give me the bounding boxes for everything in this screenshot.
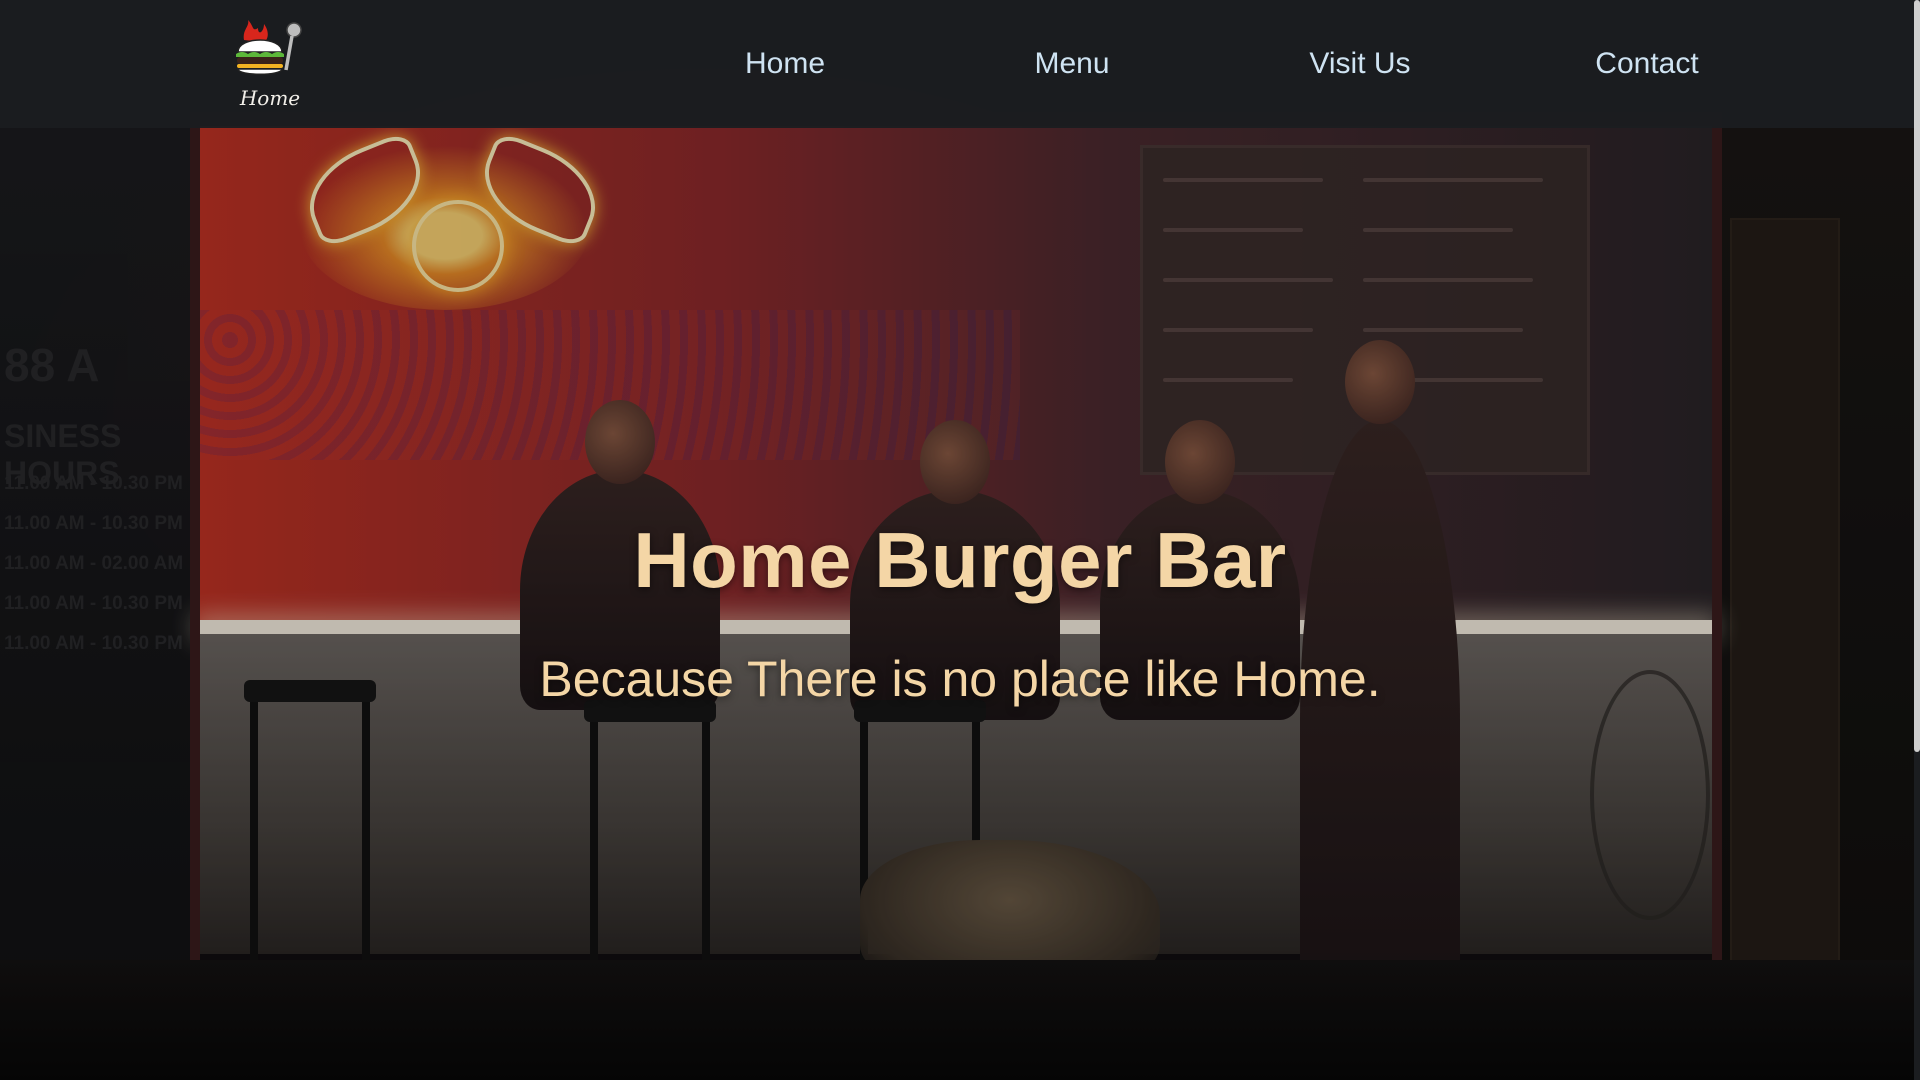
burger-logo-icon [236, 20, 302, 75]
scrollbar-track[interactable] [1914, 0, 1920, 1080]
nav-link-home[interactable]: Home [675, 44, 895, 84]
hero-subtitle: Because There is no place like Home. [539, 651, 1381, 707]
nav-link-contact[interactable]: Contact [1537, 44, 1757, 84]
hero-title: Home Burger Bar [633, 516, 1287, 604]
top-navbar: Home Home Menu Visit Us Contact [0, 0, 1920, 128]
site-logo[interactable]: Home [224, 18, 316, 114]
nav-link-menu[interactable]: Menu [962, 44, 1182, 84]
nav-link-visit-us[interactable]: Visit Us [1250, 44, 1470, 84]
scrollbar-thumb[interactable] [1914, 0, 1920, 752]
logo-text: Home [239, 86, 301, 110]
